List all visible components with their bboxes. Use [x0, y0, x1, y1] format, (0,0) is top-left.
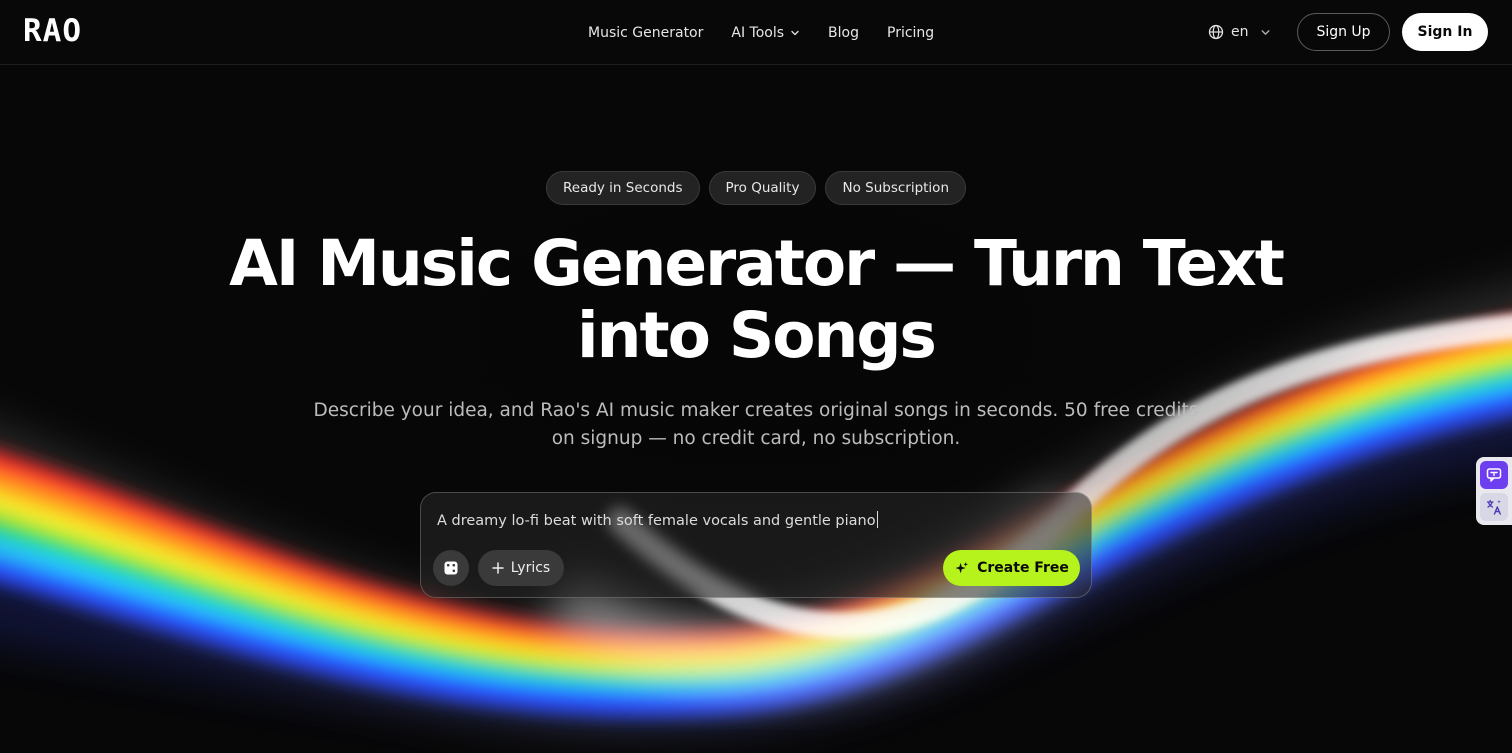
badge-pro-quality: Pro Quality	[708, 171, 817, 205]
hero-subtitle-line-1: Describe your idea, and Rao's AI music m…	[313, 400, 1199, 421]
top-navigation-bar: RAO Music Generator AI Tools Blog Pricin…	[0, 0, 1512, 65]
nav-music-generator[interactable]: Music Generator	[588, 25, 703, 41]
hero-subtitle: Describe your idea, and Rao's AI music m…	[306, 397, 1206, 453]
nav-music-generator-label: Music Generator	[588, 24, 704, 41]
sign-up-button[interactable]: Sign Up	[1297, 13, 1390, 51]
translate-icon	[1486, 499, 1501, 515]
random-prompt-button[interactable]	[433, 550, 469, 586]
dice-icon	[444, 561, 458, 575]
chevron-down-icon	[791, 30, 799, 35]
hero-title-line-2: into Songs	[577, 299, 937, 372]
sign-in-button[interactable]: Sign In	[1402, 13, 1488, 51]
nav-ai-tools-label: AI Tools	[731, 24, 785, 41]
prompt-input-value: A dreamy lo-fi beat with soft female voc…	[437, 513, 876, 529]
page: RAO Music Generator AI Tools Blog Pricin…	[0, 0, 1512, 753]
language-selector[interactable]: en	[1208, 20, 1271, 44]
globe-icon	[1208, 24, 1224, 40]
prompt-box: A dreamy lo-fi beat with soft female voc…	[420, 492, 1092, 598]
main-nav: Music Generator AI Tools Blog Pricing	[588, 0, 934, 65]
background-rainbow-wave	[0, 284, 1512, 728]
create-free-label: Create Free	[977, 560, 1069, 576]
translate-chat-icon	[1486, 468, 1502, 482]
badge-no-subscription: No Subscription	[825, 171, 966, 205]
nav-blog-label: Blog	[828, 24, 859, 41]
hero-subtitle-line-2: on signup — no credit card, no subscript…	[551, 428, 961, 449]
prompt-input[interactable]: A dreamy lo-fi beat with soft female voc…	[437, 511, 1077, 529]
nav-pricing[interactable]: Pricing	[887, 25, 934, 41]
language-label: en	[1231, 24, 1249, 40]
nav-blog[interactable]: Blog	[828, 25, 859, 41]
hero-title-line-1: AI Music Generator — Turn Text	[229, 227, 1285, 300]
nav-ai-tools[interactable]: AI Tools	[731, 25, 800, 41]
chevron-down-icon	[1260, 29, 1270, 35]
hero-title: AI Music Generator — Turn Text into Song…	[0, 228, 1512, 372]
text-caret	[876, 511, 878, 528]
widget-translate-button[interactable]	[1480, 493, 1508, 521]
create-free-button[interactable]: Create Free	[943, 550, 1080, 586]
feature-badges: Ready in Seconds Pro Quality No Subscrip…	[0, 171, 1512, 205]
floating-translate-widget	[1476, 457, 1512, 525]
sparkle-icon	[955, 561, 969, 573]
badge-ready-in-seconds: Ready in Seconds	[545, 171, 700, 205]
add-lyrics-button[interactable]: Lyrics	[478, 550, 564, 586]
nav-pricing-label: Pricing	[887, 24, 935, 41]
widget-chat-button[interactable]	[1480, 461, 1508, 489]
plus-icon	[492, 562, 504, 574]
add-lyrics-label: Lyrics	[510, 560, 551, 576]
logo[interactable]: RAO	[23, 14, 82, 48]
